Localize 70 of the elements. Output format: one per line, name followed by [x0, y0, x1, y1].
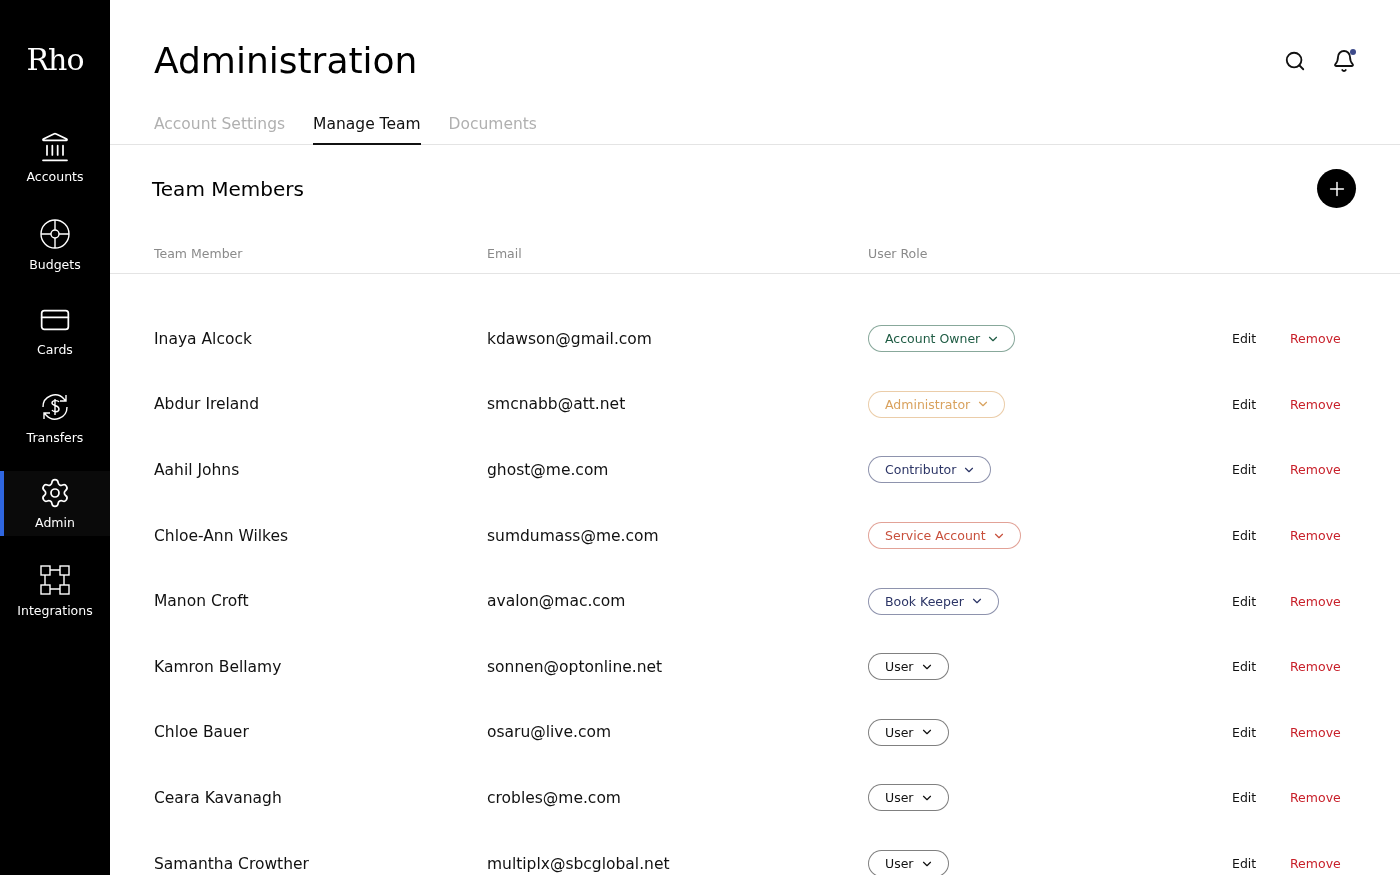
member-name: Manon Croft	[154, 592, 250, 611]
role-dropdown[interactable]: Account Owner	[868, 325, 1016, 353]
column-header: Email	[487, 246, 523, 261]
section-title: Team Members	[152, 176, 304, 201]
member-name: Inaya Alcock	[154, 329, 253, 348]
remove-link[interactable]: Remove	[1290, 659, 1341, 675]
nav-label: Admin	[35, 515, 75, 530]
nav-item[interactable]: Admin	[0, 471, 110, 536]
member-email: sumdumass@me.com	[487, 526, 660, 545]
member-email: kdawson@gmail.com	[487, 329, 653, 348]
add-button[interactable]	[1317, 169, 1356, 208]
role-dropdown[interactable]: Book Keeper	[868, 587, 999, 615]
member-name: Samantha Crowther	[154, 854, 310, 873]
role-dropdown[interactable]: User	[868, 784, 949, 812]
pie-icon	[38, 216, 72, 251]
member-name: Aahil Johns	[154, 461, 241, 479]
edit-link[interactable]: Edit	[1232, 593, 1257, 609]
nav-item[interactable]: Budgets	[0, 211, 110, 277]
nav-item[interactable]: Transfers	[0, 384, 110, 450]
remove-link[interactable]: Remove	[1290, 331, 1341, 347]
role-dropdown[interactable]: User	[868, 850, 949, 875]
nav-label: Accounts	[26, 169, 84, 184]
role-dropdown[interactable]: User	[868, 653, 949, 681]
member-email: ghost@me.com	[487, 461, 610, 479]
member-email: avalon@mac.com	[487, 592, 627, 611]
column-header: Team Member	[154, 246, 244, 261]
nav-item[interactable]: Integrations	[0, 557, 110, 623]
member-email: smcnabb@att.net	[487, 395, 627, 414]
nav-label: Cards	[37, 342, 73, 357]
remove-link[interactable]: Remove	[1290, 790, 1341, 806]
tab[interactable]: Manage Team	[313, 111, 421, 145]
remove-link[interactable]: Remove	[1290, 724, 1341, 740]
search-icon[interactable]	[1284, 49, 1306, 72]
edit-link[interactable]: Edit	[1232, 856, 1257, 872]
member-name: Abdur Ireland	[154, 395, 260, 414]
page-title: Administration	[154, 40, 418, 81]
nav-label: Integrations	[17, 602, 93, 618]
edit-link[interactable]: Edit	[1232, 790, 1257, 806]
member-name: Chloe-Ann Wilkes	[154, 526, 290, 545]
edit-link[interactable]: Edit	[1232, 462, 1257, 478]
logo: Rho	[26, 41, 84, 79]
role-dropdown[interactable]: User	[868, 718, 949, 746]
edit-link[interactable]: Edit	[1232, 528, 1257, 544]
remove-link[interactable]: Remove	[1290, 593, 1341, 609]
edit-link[interactable]: Edit	[1232, 396, 1257, 412]
bank-icon	[39, 131, 71, 163]
role-dropdown[interactable]: Contributor	[868, 456, 992, 484]
edit-link[interactable]: Edit	[1232, 331, 1257, 347]
member-email: sonnen@optonline.net	[487, 657, 664, 676]
edit-link[interactable]: Edit	[1232, 724, 1257, 740]
connected-squares-icon	[38, 562, 72, 597]
nav-item[interactable]: Cards	[0, 298, 110, 363]
member-email: multiplx@sbcglobal.net	[487, 854, 671, 873]
member-email: osaru@live.com	[487, 723, 613, 742]
settings-icon	[39, 477, 71, 509]
remove-link[interactable]: Remove	[1290, 462, 1341, 478]
remove-link[interactable]: Remove	[1290, 528, 1341, 544]
edit-link[interactable]: Edit	[1232, 659, 1257, 675]
nav-label: Transfers	[26, 429, 84, 445]
nav-item[interactable]: Accounts	[0, 125, 110, 190]
column-header: User Role	[868, 246, 929, 261]
member-email: crobles@me.com	[487, 788, 622, 807]
remove-link[interactable]: Remove	[1290, 396, 1341, 412]
nav-label: Budgets	[29, 256, 81, 272]
remove-link[interactable]: Remove	[1290, 856, 1341, 872]
member-name: Chloe Bauer	[154, 723, 250, 742]
notification-icon[interactable]	[1332, 48, 1356, 73]
role-dropdown[interactable]: Service Account	[868, 522, 1021, 550]
member-name: Kamron Bellamy	[154, 657, 283, 676]
member-name: Ceara Kavanagh	[154, 788, 283, 807]
